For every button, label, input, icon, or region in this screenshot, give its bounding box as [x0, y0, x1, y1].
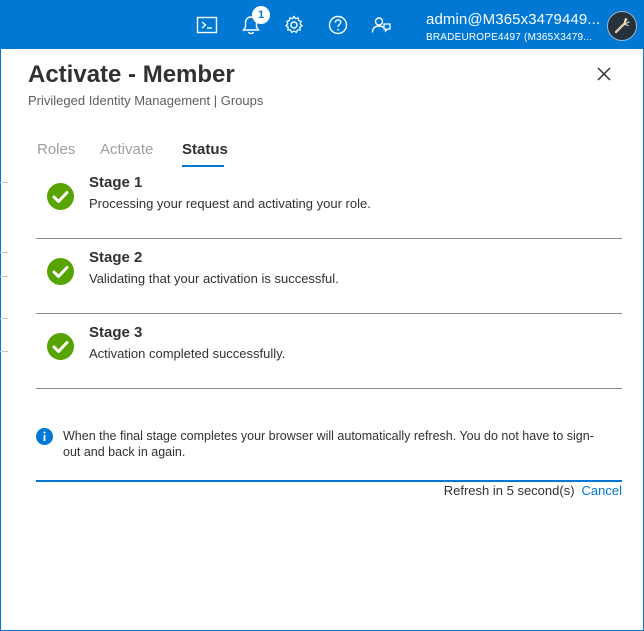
feedback-icon[interactable] [368, 12, 394, 38]
settings-icon[interactable] [281, 12, 307, 38]
refresh-progress-bar [36, 480, 622, 482]
stage-item: Stage 2 Validating that your activation … [36, 239, 622, 314]
panel-title: Activate - Member [28, 61, 235, 88]
tab-status[interactable]: Status [182, 141, 228, 158]
info-icon [36, 428, 53, 445]
account-info[interactable]: admin@M365x3479449... BRADEUROPE4497 (M3… [426, 11, 601, 45]
avatar-image-icon [614, 17, 630, 34]
tab-activate[interactable]: Activate [100, 141, 153, 158]
close-icon [597, 67, 611, 81]
portal-top-bar: 1 admin@M365x3479449... BRADEUROPE4497 (… [0, 0, 644, 49]
notifications-icon[interactable]: 1 [238, 6, 270, 38]
stage-title: Stage 1 [89, 174, 143, 191]
stage-title: Stage 2 [89, 249, 143, 266]
account-user-name: admin@M365x3479449... [426, 11, 601, 28]
tab-roles[interactable]: Roles [37, 141, 75, 158]
close-button[interactable] [594, 64, 614, 84]
stage-item: Stage 3 Activation completed successfull… [36, 314, 622, 389]
stage-description: Activation completed successfully. [89, 346, 286, 361]
cloud-shell-icon[interactable] [194, 12, 220, 38]
account-tenant-name: BRADEUROPE4497 (M365X3479... [426, 32, 593, 43]
success-check-icon [47, 258, 74, 285]
success-check-icon [47, 183, 74, 210]
refresh-row: Refresh in 5 second(s) Cancel [36, 483, 622, 499]
cancel-link[interactable]: Cancel [582, 483, 622, 498]
panel-subtitle: Privileged Identity Management | Groups [28, 93, 264, 108]
info-message: When the final stage completes your brow… [63, 429, 594, 459]
refresh-countdown: Refresh in 5 second(s) [443, 483, 575, 498]
success-check-icon [47, 333, 74, 360]
stage-description: Processing your request and activating y… [89, 196, 371, 211]
help-icon[interactable] [325, 12, 351, 38]
notification-count-badge: 1 [252, 6, 270, 24]
stage-title: Stage 3 [89, 324, 143, 341]
stage-description: Validating that your activation is succe… [89, 271, 339, 286]
stage-item: Stage 1 Processing your request and acti… [36, 164, 622, 239]
avatar[interactable] [607, 11, 637, 41]
